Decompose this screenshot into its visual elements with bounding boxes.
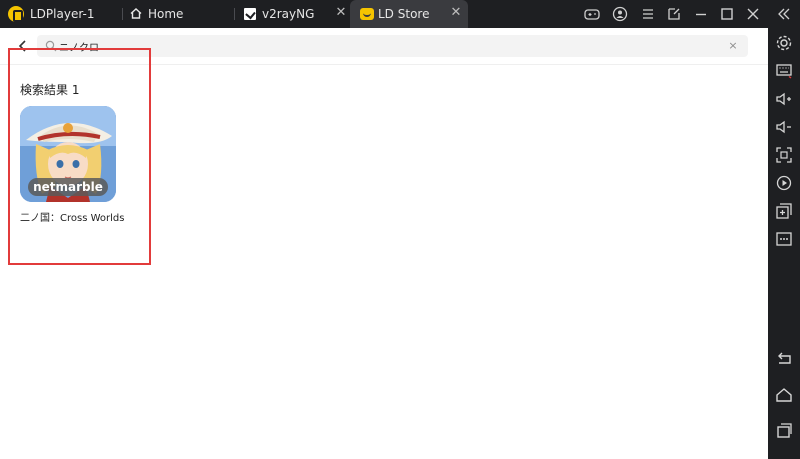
- android-back-icon[interactable]: [775, 350, 793, 368]
- netmarble-badge-text: netmarble: [33, 180, 103, 194]
- tab-v2rayng-close-icon[interactable]: ✕: [334, 6, 348, 20]
- recent-apps-icon[interactable]: [775, 422, 793, 440]
- search-box[interactable]: ×: [37, 35, 748, 57]
- ni-no-kuni-artwork-icon: netmarble: [20, 106, 116, 202]
- account-icon[interactable]: [611, 5, 629, 23]
- ldplayer-logo-icon: [8, 6, 24, 22]
- screenshot-icon[interactable]: [775, 146, 793, 164]
- gamepad-icon[interactable]: [583, 5, 601, 23]
- search-icon: [45, 40, 57, 52]
- maximize-icon[interactable]: [718, 5, 736, 23]
- ld-store-icon: [360, 8, 374, 20]
- volume-up-icon[interactable]: [775, 90, 793, 108]
- keyboard-icon[interactable]: [775, 62, 793, 80]
- settings-gear-icon[interactable]: [775, 34, 793, 52]
- close-icon[interactable]: [744, 5, 762, 23]
- tab-ld-store-label: LD Store: [378, 7, 430, 21]
- shrink-window-icon[interactable]: [665, 5, 683, 23]
- title-bar: LDPlayer-1 Home v2rayNG ✕ LD Store ✕: [0, 0, 800, 28]
- tab-separator: [234, 8, 235, 20]
- home-icon: [130, 8, 142, 19]
- app-result-card[interactable]: netmarble 二ノ国：Cross Worlds: [20, 106, 130, 226]
- tab-home-label: Home: [148, 7, 184, 21]
- tab-ld-store[interactable]: LD Store ✕: [350, 0, 468, 28]
- minimize-icon[interactable]: [692, 5, 710, 23]
- tab-v2rayng-label: v2rayNG: [262, 7, 315, 21]
- search-header: ×: [0, 28, 768, 65]
- app-name[interactable]: 二ノ国：Cross Worlds: [20, 212, 130, 226]
- add-window-icon[interactable]: [775, 202, 793, 220]
- results-heading: 検索結果 1: [20, 83, 80, 97]
- volume-down-icon[interactable]: [775, 118, 793, 136]
- app-title: LDPlayer-1: [30, 7, 95, 21]
- clear-search-icon[interactable]: ×: [726, 38, 740, 54]
- menu-icon[interactable]: [639, 5, 657, 23]
- tab-home[interactable]: Home: [122, 0, 232, 28]
- emulator-sidebar: [768, 28, 800, 459]
- tab-ld-store-close-icon[interactable]: ✕: [449, 6, 463, 20]
- tab-separator: [122, 8, 123, 20]
- more-icon[interactable]: [775, 230, 793, 248]
- ld-store-page: × 検索結果 1: [0, 28, 768, 459]
- search-input[interactable]: [59, 38, 699, 54]
- app-icon-ni-no-kuni[interactable]: netmarble: [20, 106, 116, 202]
- record-icon[interactable]: [775, 174, 793, 192]
- collapse-sidebar-icon[interactable]: [775, 5, 793, 23]
- v2rayng-icon: [244, 8, 256, 20]
- android-home-icon[interactable]: [775, 386, 793, 404]
- tab-v2rayng[interactable]: v2rayNG ✕: [234, 0, 350, 28]
- back-arrow-icon[interactable]: [16, 38, 30, 54]
